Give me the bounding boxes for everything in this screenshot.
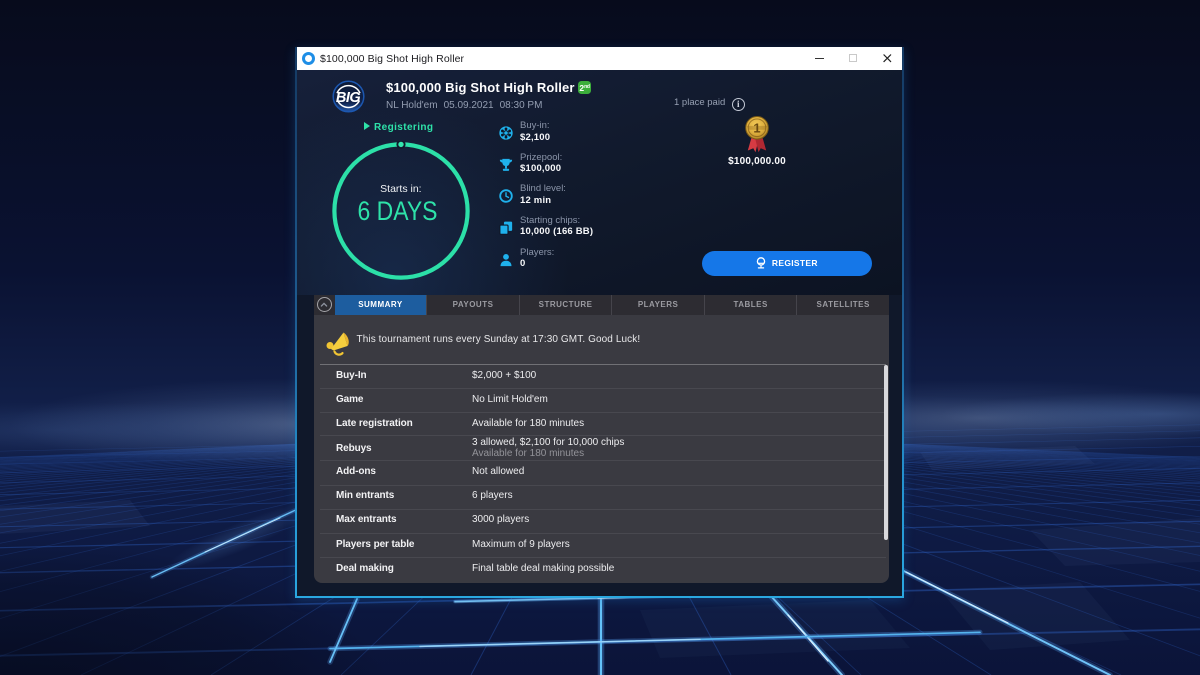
svg-text:1: 1 [753,120,760,135]
svg-text:BIG: BIG [335,90,360,106]
